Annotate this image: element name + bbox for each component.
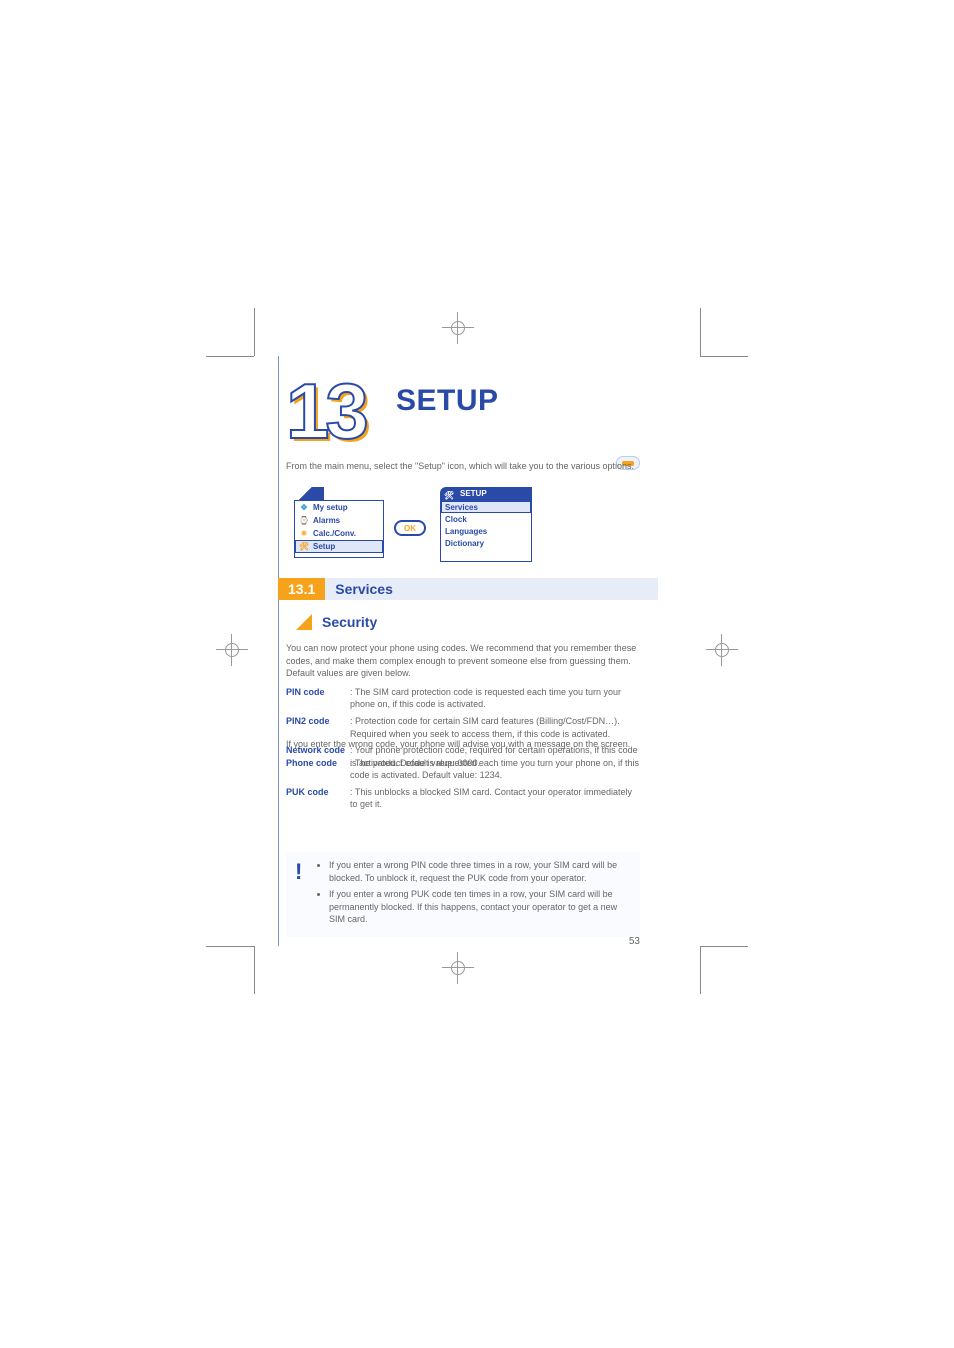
section-title: Services [325,578,658,600]
content-area: 13 13 SETUP From the main menu, select t… [278,356,658,946]
menu-item-dictionary[interactable]: Dictionary [441,537,531,549]
note-item: If you enter a wrong PIN code three time… [329,859,631,884]
menu-item-label: Dictionary [445,539,484,548]
my-setup-icon: ✥ [299,503,309,512]
def-desc: Protection code for certain SIM card fea… [350,715,640,740]
crop-mark [206,946,254,947]
note-block: ! If you enter a wrong PIN code three ti… [286,852,640,937]
crop-mark [700,946,748,947]
page: 13 13 SETUP From the main menu, select t… [0,0,954,1348]
chapter-number-outline: 13 [286,366,365,457]
subheading-label: Security [322,614,377,630]
calc-icon: ✳ [299,529,309,538]
menu-item-label: Clock [445,515,467,524]
intro-text: From the main menu, select the "Setup" i… [286,460,640,472]
phone-menu-setup: 🛠 SETUP Services Clock Languages Diction… [440,500,532,562]
setup-tab: 🛠 SETUP [440,487,532,501]
definition-row: Phone code The product code is requested… [286,757,640,782]
crop-mark [254,308,255,356]
menu-item-services[interactable]: Services [441,501,531,513]
menu-item-label: Services [445,503,478,512]
definition-row: PUK code This unblocks a blocked SIM car… [286,786,640,811]
def-desc: The SIM card protection code is requeste… [350,686,640,711]
menu-item-alarms[interactable]: ⌚ Alarms [295,514,383,527]
registration-mark [448,318,468,338]
registration-mark [222,640,242,660]
menu-item-languages[interactable]: Languages [441,525,531,537]
section-heading: 13.1 Services [278,578,658,600]
body-block-2: If you enter the wrong code, your phone … [286,738,640,815]
wrench-icon: 🛠 [444,489,454,503]
menu-item-label: Calc./Conv. [313,529,356,538]
def-term: Phone code [286,757,346,782]
body-lead-2: If you enter the wrong code, your phone … [286,738,640,751]
def-term: PIN code [286,686,346,711]
setup-icon: 🛠 [299,542,309,551]
body-lead-1: You can now protect your phone using cod… [286,642,640,680]
def-desc: This unblocks a blocked SIM card. Contac… [350,786,640,811]
def-term: PIN2 code [286,715,346,740]
setup-tab-label: SETUP [460,489,487,498]
menu-item-label: Alarms [313,516,340,525]
menu-item-my-setup[interactable]: ✥ My setup [295,501,383,514]
menu-item-label: My setup [313,503,348,512]
definition-row: PIN code The SIM card protection code is… [286,686,640,711]
def-desc: The product code is requested each time … [350,757,640,782]
subheading-security: Security [296,614,377,630]
note-item: If you enter a wrong PUK code ten times … [329,888,631,926]
crop-mark [700,946,701,994]
def-term: PUK code [286,786,346,811]
phone-menu-main: ✥ My setup ⌚ Alarms ✳ Calc./Conv. 🛠 Setu… [294,500,384,558]
crop-mark [700,308,701,356]
registration-mark [712,640,732,660]
menu-item-label: Languages [445,527,487,536]
chapter-title: SETUP [396,384,499,418]
triangle-bullet-icon [296,614,312,630]
section-number: 13.1 [278,578,325,600]
exclamation-icon: ! [295,857,302,888]
crop-mark [700,356,748,357]
alarms-icon: ⌚ [299,516,309,525]
menu-item-label: Setup [313,542,335,551]
definition-row: PIN2 code Protection code for certain SI… [286,715,640,740]
ok-button[interactable]: OK [394,520,426,536]
menu-item-setup[interactable]: 🛠 Setup [295,540,383,553]
crop-mark [206,356,254,357]
ok-label: OK [404,524,416,533]
registration-mark [448,958,468,978]
menu-item-clock[interactable]: Clock [441,513,531,525]
menu-item-calc-conv[interactable]: ✳ Calc./Conv. [295,527,383,540]
crop-mark [254,946,255,994]
page-number: 53 [629,936,640,947]
